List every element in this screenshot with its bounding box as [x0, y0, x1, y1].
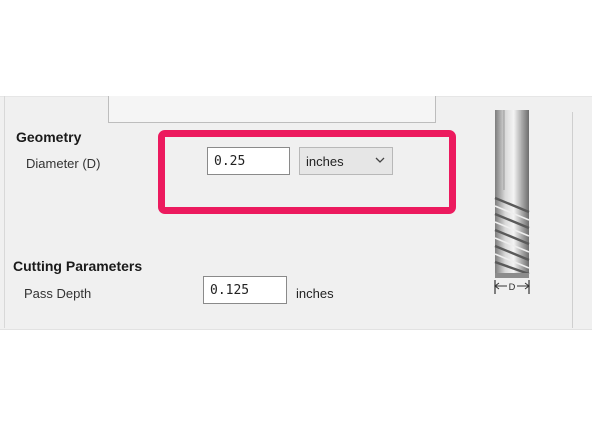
panel-left-border	[4, 96, 5, 328]
geometry-heading: Geometry	[16, 129, 82, 145]
panel-right-divider	[572, 112, 573, 328]
pass-depth-label: Pass Depth	[24, 286, 92, 301]
cutting-parameters-heading: Cutting Parameters	[13, 258, 143, 274]
screenshot-stage: Geometry Diameter (D) inches Cutting Par…	[0, 0, 592, 444]
pass-depth-units: inches	[296, 286, 334, 301]
upper-group-frame	[108, 96, 436, 123]
end-mill-tool-icon: D	[494, 110, 530, 294]
diameter-label: Diameter (D)	[26, 156, 101, 171]
pass-depth-input[interactable]	[203, 276, 287, 304]
diameter-dimension-marker: D	[509, 283, 516, 293]
highlight-annotation-box	[158, 130, 456, 214]
